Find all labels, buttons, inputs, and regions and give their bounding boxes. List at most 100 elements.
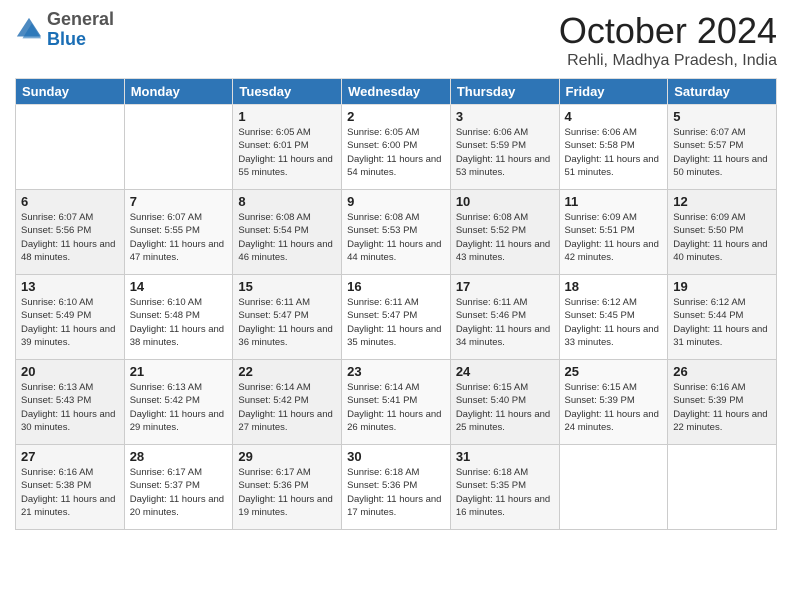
calendar-cell: 10 Sunrise: 6:08 AM Sunset: 5:52 PM Dayli… xyxy=(450,190,559,275)
day-number: 9 xyxy=(347,194,445,209)
day-info: Sunrise: 6:07 AM Sunset: 5:55 PM Dayligh… xyxy=(130,211,228,264)
day-info: Sunrise: 6:05 AM Sunset: 6:01 PM Dayligh… xyxy=(238,126,336,179)
calendar-cell: 17 Sunrise: 6:11 AM Sunset: 5:46 PM Dayli… xyxy=(450,275,559,360)
day-number: 30 xyxy=(347,449,445,464)
day-info: Sunrise: 6:08 AM Sunset: 5:52 PM Dayligh… xyxy=(456,211,554,264)
calendar-cell: 20 Sunrise: 6:13 AM Sunset: 5:43 PM Dayli… xyxy=(16,360,125,445)
calendar-week-5: 27 Sunrise: 6:16 AM Sunset: 5:38 PM Dayli… xyxy=(16,445,777,530)
day-info: Sunrise: 6:17 AM Sunset: 5:37 PM Dayligh… xyxy=(130,466,228,519)
calendar-cell: 27 Sunrise: 6:16 AM Sunset: 5:38 PM Dayli… xyxy=(16,445,125,530)
day-number: 19 xyxy=(673,279,771,294)
page-header: General Blue October 2024 Rehli, Madhya … xyxy=(15,10,777,70)
day-info: Sunrise: 6:09 AM Sunset: 5:50 PM Dayligh… xyxy=(673,211,771,264)
day-info: Sunrise: 6:08 AM Sunset: 5:53 PM Dayligh… xyxy=(347,211,445,264)
calendar-cell: 2 Sunrise: 6:05 AM Sunset: 6:00 PM Daylig… xyxy=(342,105,451,190)
calendar-week-3: 13 Sunrise: 6:10 AM Sunset: 5:49 PM Dayli… xyxy=(16,275,777,360)
calendar-cell: 30 Sunrise: 6:18 AM Sunset: 5:36 PM Dayli… xyxy=(342,445,451,530)
day-number: 27 xyxy=(21,449,119,464)
calendar-cell: 3 Sunrise: 6:06 AM Sunset: 5:59 PM Daylig… xyxy=(450,105,559,190)
day-number: 3 xyxy=(456,109,554,124)
calendar-cell: 25 Sunrise: 6:15 AM Sunset: 5:39 PM Dayli… xyxy=(559,360,668,445)
day-info: Sunrise: 6:13 AM Sunset: 5:43 PM Dayligh… xyxy=(21,381,119,434)
day-number: 13 xyxy=(21,279,119,294)
day-header-tuesday: Tuesday xyxy=(233,79,342,105)
day-header-friday: Friday xyxy=(559,79,668,105)
day-info: Sunrise: 6:08 AM Sunset: 5:54 PM Dayligh… xyxy=(238,211,336,264)
day-info: Sunrise: 6:07 AM Sunset: 5:56 PM Dayligh… xyxy=(21,211,119,264)
day-info: Sunrise: 6:11 AM Sunset: 5:46 PM Dayligh… xyxy=(456,296,554,349)
day-number: 22 xyxy=(238,364,336,379)
day-number: 11 xyxy=(565,194,663,209)
day-info: Sunrise: 6:07 AM Sunset: 5:57 PM Dayligh… xyxy=(673,126,771,179)
day-number: 2 xyxy=(347,109,445,124)
day-header-thursday: Thursday xyxy=(450,79,559,105)
day-number: 17 xyxy=(456,279,554,294)
day-info: Sunrise: 6:16 AM Sunset: 5:38 PM Dayligh… xyxy=(21,466,119,519)
day-number: 18 xyxy=(565,279,663,294)
day-number: 6 xyxy=(21,194,119,209)
calendar-cell xyxy=(16,105,125,190)
day-info: Sunrise: 6:09 AM Sunset: 5:51 PM Dayligh… xyxy=(565,211,663,264)
day-number: 23 xyxy=(347,364,445,379)
calendar-cell: 4Sunrise: 6:06 AM Sunset: 5:58 PM Daylig… xyxy=(559,105,668,190)
day-number: 1 xyxy=(238,109,336,124)
calendar-cell: 7 Sunrise: 6:07 AM Sunset: 5:55 PM Daylig… xyxy=(124,190,233,275)
day-number: 8 xyxy=(238,194,336,209)
calendar-cell: 8 Sunrise: 6:08 AM Sunset: 5:54 PM Daylig… xyxy=(233,190,342,275)
location-subtitle: Rehli, Madhya Pradesh, India xyxy=(559,52,777,70)
calendar-cell: 15Sunrise: 6:11 AM Sunset: 5:47 PM Dayli… xyxy=(233,275,342,360)
calendar-table: SundayMondayTuesdayWednesdayThursdayFrid… xyxy=(15,78,777,530)
logo-text: General Blue xyxy=(47,10,114,50)
calendar-cell xyxy=(668,445,777,530)
calendar-cell: 6 Sunrise: 6:07 AM Sunset: 5:56 PM Daylig… xyxy=(16,190,125,275)
month-title: October 2024 xyxy=(559,10,777,52)
calendar-cell xyxy=(559,445,668,530)
day-number: 25 xyxy=(565,364,663,379)
day-header-saturday: Saturday xyxy=(668,79,777,105)
day-number: 29 xyxy=(238,449,336,464)
calendar-week-2: 6 Sunrise: 6:07 AM Sunset: 5:56 PM Daylig… xyxy=(16,190,777,275)
day-info: Sunrise: 6:16 AM Sunset: 5:39 PM Dayligh… xyxy=(673,381,771,434)
day-number: 24 xyxy=(456,364,554,379)
calendar-cell: 1 Sunrise: 6:05 AM Sunset: 6:01 PM Daylig… xyxy=(233,105,342,190)
calendar-week-1: 1 Sunrise: 6:05 AM Sunset: 6:01 PM Daylig… xyxy=(16,105,777,190)
calendar-cell: 24 Sunrise: 6:15 AM Sunset: 5:40 PM Dayli… xyxy=(450,360,559,445)
day-info: Sunrise: 6:05 AM Sunset: 6:00 PM Dayligh… xyxy=(347,126,445,179)
day-number: 16 xyxy=(347,279,445,294)
calendar-cell: 11 Sunrise: 6:09 AM Sunset: 5:51 PM Dayli… xyxy=(559,190,668,275)
calendar-cell: 31Sunrise: 6:18 AM Sunset: 5:35 PM Dayli… xyxy=(450,445,559,530)
day-number: 12 xyxy=(673,194,771,209)
day-header-sunday: Sunday xyxy=(16,79,125,105)
day-info: Sunrise: 6:06 AM Sunset: 5:59 PM Dayligh… xyxy=(456,126,554,179)
day-info: Sunrise: 6:15 AM Sunset: 5:39 PM Dayligh… xyxy=(565,381,663,434)
day-header-wednesday: Wednesday xyxy=(342,79,451,105)
day-number: 20 xyxy=(21,364,119,379)
day-info: Sunrise: 6:10 AM Sunset: 5:48 PM Dayligh… xyxy=(130,296,228,349)
day-info: Sunrise: 6:17 AM Sunset: 5:36 PM Dayligh… xyxy=(238,466,336,519)
day-header-monday: Monday xyxy=(124,79,233,105)
day-number: 7 xyxy=(130,194,228,209)
day-number: 28 xyxy=(130,449,228,464)
day-info: Sunrise: 6:18 AM Sunset: 5:36 PM Dayligh… xyxy=(347,466,445,519)
calendar-cell: 28 Sunrise: 6:17 AM Sunset: 5:37 PM Dayli… xyxy=(124,445,233,530)
day-info: Sunrise: 6:18 AM Sunset: 5:35 PM Dayligh… xyxy=(456,466,554,519)
day-info: Sunrise: 6:15 AM Sunset: 5:40 PM Dayligh… xyxy=(456,381,554,434)
day-info: Sunrise: 6:10 AM Sunset: 5:49 PM Dayligh… xyxy=(21,296,119,349)
day-number: 26 xyxy=(673,364,771,379)
calendar-cell xyxy=(124,105,233,190)
day-number: 14 xyxy=(130,279,228,294)
day-info: Sunrise: 6:12 AM Sunset: 5:44 PM Dayligh… xyxy=(673,296,771,349)
day-number: 10 xyxy=(456,194,554,209)
calendar-cell: 18Sunrise: 6:12 AM Sunset: 5:45 PM Dayli… xyxy=(559,275,668,360)
logo: General Blue xyxy=(15,10,114,50)
calendar-cell: 12 Sunrise: 6:09 AM Sunset: 5:50 PM Dayli… xyxy=(668,190,777,275)
calendar-cell: 26 Sunrise: 6:16 AM Sunset: 5:39 PM Dayli… xyxy=(668,360,777,445)
day-info: Sunrise: 6:11 AM Sunset: 5:47 PM Dayligh… xyxy=(347,296,445,349)
calendar-cell: 16 Sunrise: 6:11 AM Sunset: 5:47 PM Dayli… xyxy=(342,275,451,360)
day-info: Sunrise: 6:11 AM Sunset: 5:47 PM Dayligh… xyxy=(238,296,336,349)
calendar-cell: 29 Sunrise: 6:17 AM Sunset: 5:36 PM Dayli… xyxy=(233,445,342,530)
calendar-cell: 14 Sunrise: 6:10 AM Sunset: 5:48 PM Dayli… xyxy=(124,275,233,360)
calendar-header-row: SundayMondayTuesdayWednesdayThursdayFrid… xyxy=(16,79,777,105)
calendar-week-4: 20 Sunrise: 6:13 AM Sunset: 5:43 PM Dayli… xyxy=(16,360,777,445)
day-number: 21 xyxy=(130,364,228,379)
